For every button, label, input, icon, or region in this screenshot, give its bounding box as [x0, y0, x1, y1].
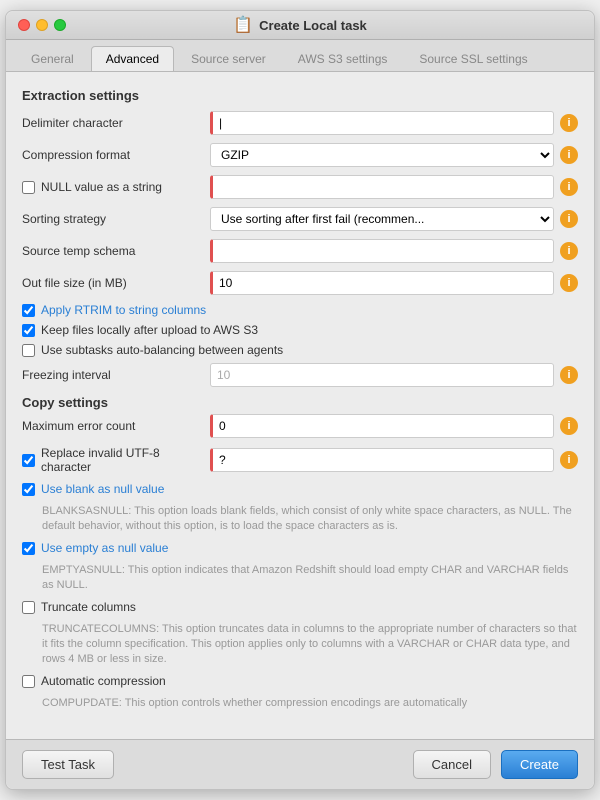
- copy-header: Copy settings: [22, 395, 578, 410]
- truncate-desc: TRUNCATECOLUMNS: This option truncates d…: [42, 622, 578, 668]
- freezing-row: Freezing interval i: [22, 363, 578, 387]
- sorting-control: Use sorting after first fail (recommen..…: [210, 207, 578, 231]
- compression-row: Compression format GZIP BZIP2 NONE i: [22, 143, 578, 167]
- auto-compress-checkbox[interactable]: [22, 675, 35, 688]
- freezing-label: Freezing interval: [22, 368, 202, 382]
- sorting-info-icon[interactable]: i: [560, 210, 578, 228]
- out-file-info-icon[interactable]: i: [560, 274, 578, 292]
- auto-compress-row: Automatic compression COMPUPDATE: This o…: [22, 674, 578, 711]
- truncate-row: Truncate columns TRUNCATECOLUMNS: This o…: [22, 600, 578, 668]
- use-blank-row: Use blank as null value BLANKSASNULL: Th…: [22, 482, 578, 535]
- title-bar: 📋 Create Local task: [6, 11, 594, 40]
- max-error-control: i: [210, 414, 578, 438]
- title-icon: 📋: [233, 15, 253, 35]
- tab-advanced[interactable]: Advanced: [91, 46, 174, 71]
- keep-files-label: Keep files locally after upload to AWS S…: [41, 323, 258, 337]
- replace-invalid-input[interactable]: [210, 448, 554, 472]
- freezing-control: i: [210, 363, 578, 387]
- compression-label: Compression format: [22, 148, 202, 162]
- null-value-input[interactable]: [210, 175, 554, 199]
- create-button[interactable]: Create: [501, 750, 578, 779]
- sorting-select[interactable]: Use sorting after first fail (recommen..…: [210, 207, 554, 231]
- main-window: 📋 Create Local task General Advanced Sou…: [5, 10, 595, 790]
- max-error-info-icon[interactable]: i: [560, 417, 578, 435]
- max-error-label: Maximum error count: [22, 419, 202, 433]
- tab-general[interactable]: General: [16, 46, 89, 71]
- minimize-button[interactable]: [36, 19, 48, 31]
- replace-invalid-label-wrap: Replace invalid UTF-8 character: [22, 446, 202, 474]
- freezing-info-icon[interactable]: i: [560, 366, 578, 384]
- use-blank-checkbox[interactable]: [22, 483, 35, 496]
- source-temp-input[interactable]: [210, 239, 554, 263]
- tab-bar: General Advanced Source server AWS S3 se…: [6, 40, 594, 72]
- test-task-button[interactable]: Test Task: [22, 750, 114, 779]
- max-error-row: Maximum error count i: [22, 414, 578, 438]
- use-empty-label: Use empty as null value: [41, 541, 168, 555]
- null-value-row: NULL value as a string i: [22, 175, 578, 199]
- tab-source-ssl[interactable]: Source SSL settings: [404, 46, 542, 71]
- delimiter-control: i: [210, 111, 578, 135]
- cancel-button[interactable]: Cancel: [413, 750, 491, 779]
- tab-source-server[interactable]: Source server: [176, 46, 281, 71]
- delimiter-input[interactable]: [210, 111, 554, 135]
- use-empty-checkbox[interactable]: [22, 542, 35, 555]
- null-value-info-icon[interactable]: i: [560, 178, 578, 196]
- freezing-input[interactable]: [210, 363, 554, 387]
- apply-rtrim-row: Apply RTRIM to string columns: [22, 303, 578, 317]
- tab-aws-s3[interactable]: AWS S3 settings: [283, 46, 403, 71]
- apply-rtrim-label: Apply RTRIM to string columns: [41, 303, 206, 317]
- max-error-input[interactable]: [210, 414, 554, 438]
- use-subtasks-row: Use subtasks auto-balancing between agen…: [22, 343, 578, 357]
- out-file-control: i: [210, 271, 578, 295]
- null-value-checkbox[interactable]: [22, 181, 35, 194]
- delimiter-label: Delimiter character: [22, 116, 202, 130]
- truncate-label: Truncate columns: [41, 600, 136, 614]
- delimiter-info-icon[interactable]: i: [560, 114, 578, 132]
- compression-control: GZIP BZIP2 NONE i: [210, 143, 578, 167]
- use-subtasks-label: Use subtasks auto-balancing between agen…: [41, 343, 283, 357]
- maximize-button[interactable]: [54, 19, 66, 31]
- use-subtasks-checkbox[interactable]: [22, 344, 35, 357]
- window-title: 📋 Create Local task: [233, 15, 367, 35]
- delimiter-row: Delimiter character i: [22, 111, 578, 135]
- replace-invalid-checkbox[interactable]: [22, 454, 35, 467]
- traffic-lights: [18, 19, 66, 31]
- null-value-control: i: [210, 175, 578, 199]
- out-file-label: Out file size (in MB): [22, 276, 202, 290]
- out-file-row: Out file size (in MB) i: [22, 271, 578, 295]
- compression-info-icon[interactable]: i: [560, 146, 578, 164]
- apply-rtrim-checkbox[interactable]: [22, 304, 35, 317]
- footer: Test Task Cancel Create: [6, 739, 594, 789]
- auto-compress-label: Automatic compression: [41, 674, 166, 688]
- null-value-label-wrap: NULL value as a string: [22, 180, 202, 194]
- use-empty-desc: EMPTYASNULL: This option indicates that …: [42, 563, 578, 594]
- replace-invalid-label: Replace invalid UTF-8 character: [41, 446, 202, 474]
- keep-files-checkbox[interactable]: [22, 324, 35, 337]
- use-blank-desc: BLANKSASNULL: This option loads blank fi…: [42, 504, 578, 535]
- source-temp-info-icon[interactable]: i: [560, 242, 578, 260]
- replace-invalid-info-icon[interactable]: i: [560, 451, 578, 469]
- out-file-input[interactable]: [210, 271, 554, 295]
- use-empty-row: Use empty as null value EMPTYASNULL: Thi…: [22, 541, 578, 594]
- source-temp-label: Source temp schema: [22, 244, 202, 258]
- sorting-label: Sorting strategy: [22, 212, 202, 226]
- source-temp-row: Source temp schema i: [22, 239, 578, 263]
- replace-invalid-control: i: [210, 448, 578, 472]
- close-button[interactable]: [18, 19, 30, 31]
- use-blank-label: Use blank as null value: [41, 482, 164, 496]
- keep-files-row: Keep files locally after upload to AWS S…: [22, 323, 578, 337]
- truncate-checkbox[interactable]: [22, 601, 35, 614]
- source-temp-control: i: [210, 239, 578, 263]
- replace-invalid-row: Replace invalid UTF-8 character i: [22, 446, 578, 474]
- content-area: Extraction settings Delimiter character …: [6, 72, 594, 739]
- sorting-row: Sorting strategy Use sorting after first…: [22, 207, 578, 231]
- extraction-header: Extraction settings: [22, 88, 578, 103]
- auto-compress-desc: COMPUPDATE: This option controls whether…: [42, 696, 467, 711]
- compression-select[interactable]: GZIP BZIP2 NONE: [210, 143, 554, 167]
- null-value-label: NULL value as a string: [41, 180, 162, 194]
